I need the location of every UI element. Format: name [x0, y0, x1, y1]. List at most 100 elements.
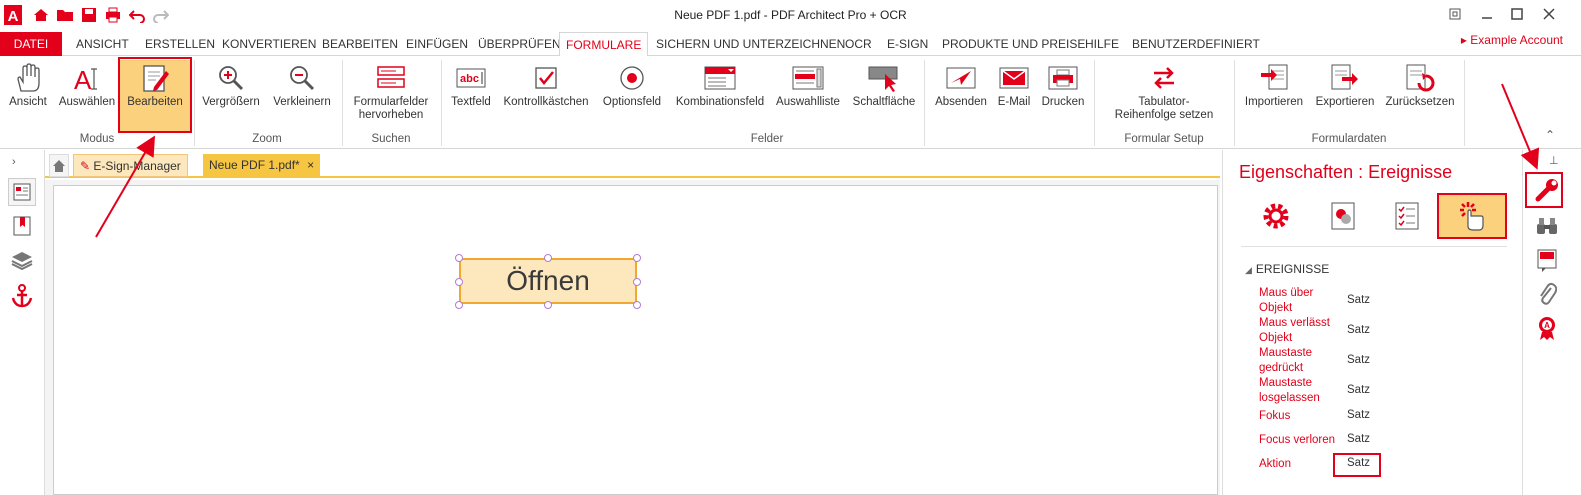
- tab-benutzerdefiniert[interactable]: BENUTZERDEFINIERT: [1126, 32, 1266, 56]
- tab-e-sign-manager-label: E-Sign-Manager: [93, 159, 181, 173]
- checkbox-icon: [500, 60, 592, 96]
- resize-handle[interactable]: [455, 301, 463, 309]
- ribbon-divider: [441, 60, 442, 146]
- tab-konvertieren[interactable]: KONVERTIEREN: [216, 32, 322, 56]
- events-section-label: EREIGNISSE: [1255, 262, 1330, 276]
- close-icon[interactable]: [1538, 4, 1560, 24]
- svg-text:A: A: [1544, 321, 1550, 330]
- tab-ocr[interactable]: OCR: [839, 32, 878, 56]
- event-value[interactable]: Satz: [1347, 384, 1370, 396]
- tab-bearbeiten[interactable]: BEARBEITEN: [316, 32, 404, 56]
- schaltflaeche-label: Schaltfläche: [852, 96, 916, 108]
- resize-handle[interactable]: [633, 254, 641, 262]
- drucken-button[interactable]: Drucken: [1038, 60, 1088, 109]
- prop-tab-options[interactable]: [1375, 194, 1441, 238]
- suchen-group-label: Suchen: [371, 133, 411, 145]
- zoom-out-icon: [268, 60, 336, 96]
- tab-datei[interactable]: DATEI: [0, 32, 62, 56]
- event-value[interactable]: Satz: [1347, 409, 1370, 421]
- wrench-icon[interactable]: [1533, 176, 1561, 204]
- auswaehlen-label: Auswählen: [58, 96, 116, 108]
- tab-neue-pdf[interactable]: Neue PDF 1.pdf* ×: [203, 154, 321, 177]
- title-bar: A Neue PDF 1.pdf - PDF Architect Pro + O…: [0, 0, 1581, 30]
- pages-thumbnail-icon[interactable]: [8, 178, 36, 206]
- tabulator-reihenfolge-button[interactable]: Tabulator-Reihenfolge setzen: [1100, 60, 1228, 122]
- account-link[interactable]: ▸ Example Account: [1461, 33, 1563, 47]
- optionsfeld-button[interactable]: Optionsfeld: [598, 60, 666, 109]
- resize-handle[interactable]: [455, 254, 463, 262]
- vergroessern-label: Vergrößern: [202, 96, 260, 108]
- tab-ueberpruefen[interactable]: ÜBERPRÜFEN: [472, 32, 567, 56]
- comment-icon[interactable]: [1533, 246, 1561, 274]
- expand-sidebar-icon[interactable]: ›: [12, 156, 16, 168]
- ansicht-button[interactable]: Ansicht: [4, 60, 52, 109]
- anchor-icon[interactable]: [10, 284, 34, 308]
- resize-handle[interactable]: [455, 278, 463, 286]
- tab-ansicht[interactable]: ANSICHT: [70, 32, 135, 56]
- event-value[interactable]: Satz: [1347, 433, 1370, 445]
- resize-handle[interactable]: [633, 301, 641, 309]
- schaltflaeche-button[interactable]: Schaltfläche: [850, 60, 918, 109]
- event-value[interactable]: Satz: [1347, 294, 1370, 306]
- bearbeiten-button[interactable]: Bearbeiten: [120, 60, 190, 132]
- certificate-icon[interactable]: A: [1533, 314, 1561, 342]
- tab-e-sign-manager[interactable]: ✎ E-Sign-Manager: [73, 154, 188, 177]
- event-value[interactable]: Satz: [1347, 324, 1370, 336]
- document-area: Öffnen: [45, 180, 1220, 495]
- paperclip-icon[interactable]: [1533, 280, 1561, 308]
- tab-e-sign[interactable]: E-SIGN: [881, 32, 934, 56]
- bookmarks-icon[interactable]: [10, 214, 34, 238]
- event-value[interactable]: Satz: [1347, 354, 1370, 366]
- absenden-button[interactable]: Absenden: [930, 60, 992, 109]
- resize-handle[interactable]: [544, 301, 552, 309]
- hand-icon: [4, 60, 52, 96]
- pen-icon: ✎: [80, 159, 91, 173]
- verkleinern-button[interactable]: Verkleinern: [268, 60, 336, 109]
- gear-icon: [1263, 203, 1289, 229]
- tab-hilfe[interactable]: HILFE: [1079, 32, 1125, 56]
- collapse-ribbon-icon[interactable]: ⌃: [1545, 128, 1555, 142]
- restore-small-icon[interactable]: [1444, 4, 1466, 24]
- resize-handle[interactable]: [633, 278, 641, 286]
- tab-formulare[interactable]: FORMULARE: [559, 32, 649, 57]
- tab-erstellen[interactable]: ERSTELLEN: [139, 32, 221, 56]
- event-label: Fokus: [1259, 410, 1291, 422]
- tab-sichern-und-unterzeichnen[interactable]: SICHERN UND UNTERZEICHNEN: [650, 32, 851, 56]
- event-value-aktion[interactable]: Satz: [1347, 457, 1370, 469]
- resize-handle[interactable]: [544, 254, 552, 262]
- modus-group-label: Modus: [79, 133, 115, 145]
- form-button-oeffnen[interactable]: Öffnen: [459, 258, 637, 304]
- tab-close-icon[interactable]: ×: [307, 158, 314, 172]
- tab-order-icon: [1100, 60, 1228, 96]
- pin-icon[interactable]: ⊥: [1549, 154, 1559, 167]
- tab-einfuegen[interactable]: EINFÜGEN: [400, 32, 474, 56]
- prop-tab-general[interactable]: [1243, 194, 1309, 238]
- prop-tab-events[interactable]: [1439, 194, 1505, 238]
- home-tab-icon[interactable]: [49, 154, 69, 177]
- text-select-icon: A: [56, 60, 118, 96]
- maximize-icon[interactable]: [1506, 4, 1528, 24]
- appearance-icon: [1331, 202, 1355, 230]
- layers-icon[interactable]: [10, 248, 34, 272]
- zuruecksetzen-button[interactable]: Zurücksetzen: [1382, 60, 1458, 109]
- textfeld-button[interactable]: abc Textfeld: [446, 60, 496, 109]
- email-button[interactable]: E-Mail: [994, 60, 1034, 109]
- pdf-page[interactable]: Öffnen: [53, 185, 1218, 495]
- minimize-icon[interactable]: [1476, 4, 1498, 24]
- kombinationsfeld-button[interactable]: Kombinationsfeld: [672, 60, 768, 109]
- events-section-header[interactable]: ◢ EREIGNISSE: [1245, 262, 1329, 276]
- radio-button-icon: [598, 60, 666, 96]
- importieren-button[interactable]: Importieren: [1240, 60, 1308, 109]
- auswahlliste-button[interactable]: Auswahlliste: [772, 60, 844, 109]
- textfeld-label: Textfeld: [451, 96, 491, 108]
- auswaehlen-button[interactable]: A Auswählen: [56, 60, 118, 109]
- tab-produkte-und-preise[interactable]: PRODUKTE UND PREISE: [936, 32, 1091, 56]
- kontrollkaestchen-button[interactable]: Kontrollkästchen: [500, 60, 592, 109]
- document-tabs: ✎ E-Sign-Manager Neue PDF 1.pdf* ×: [45, 152, 1220, 178]
- prop-tab-appearance[interactable]: [1311, 194, 1377, 238]
- formularfelder-hervorheben-button[interactable]: Formularfelder hervorheben: [346, 60, 436, 122]
- binoculars-icon[interactable]: [1533, 212, 1561, 240]
- exportieren-button[interactable]: Exportieren: [1312, 60, 1378, 109]
- vergroessern-button[interactable]: Vergrößern: [198, 60, 264, 109]
- formulardaten-group-label: Formulardaten: [1311, 133, 1387, 145]
